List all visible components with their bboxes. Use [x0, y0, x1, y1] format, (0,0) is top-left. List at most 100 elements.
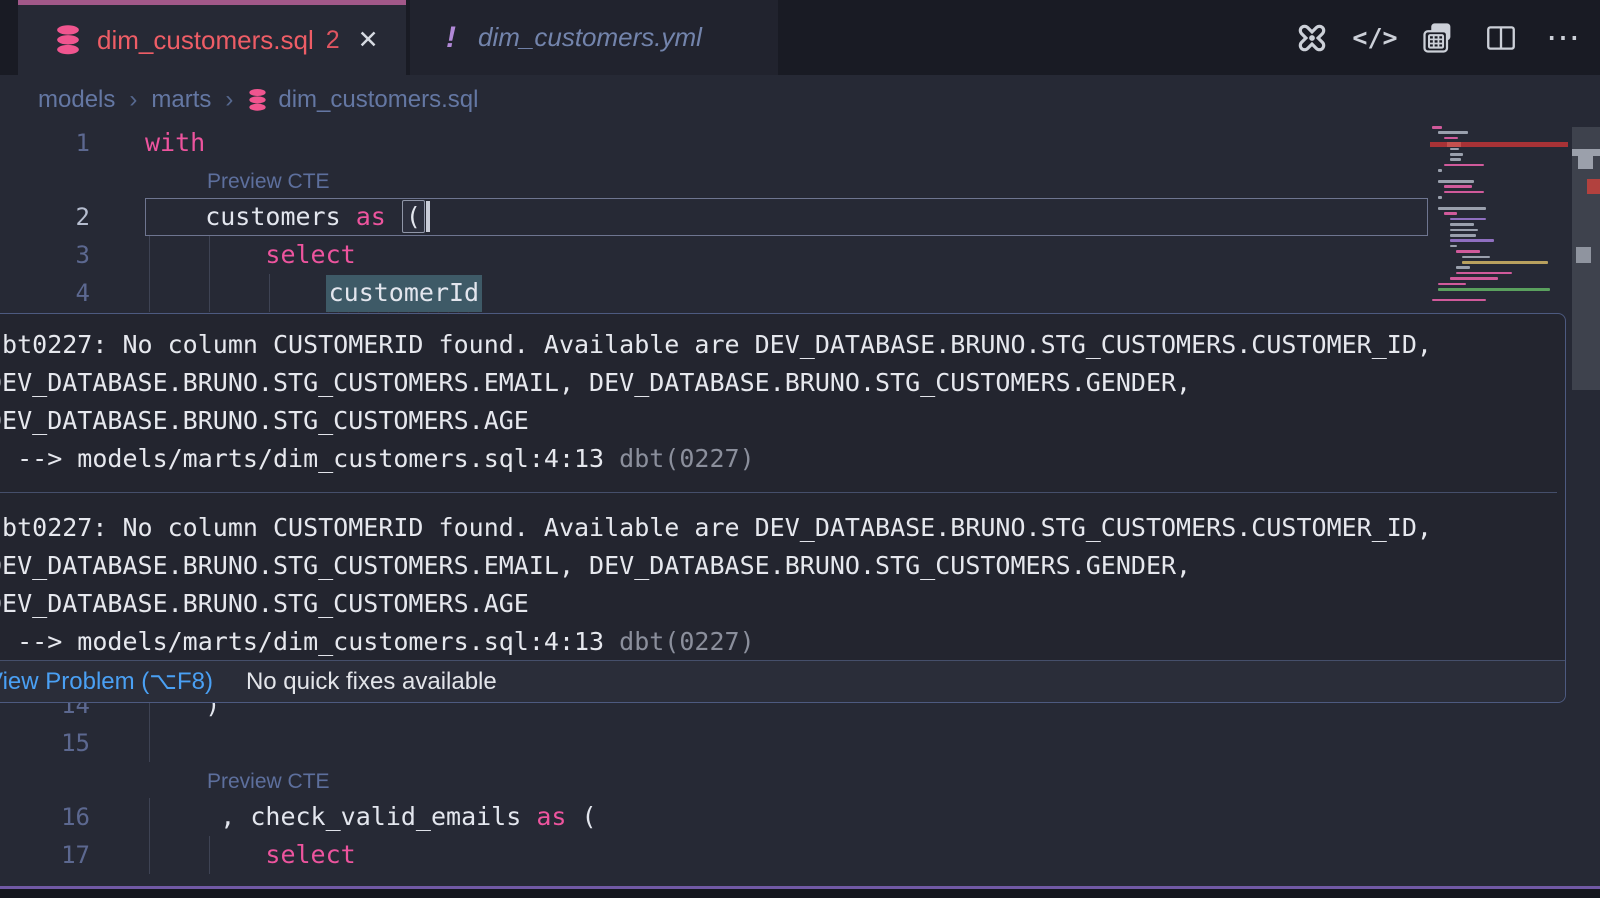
error-message-line: DEV_DATABASE.BRUNO.STG_CUSTOMERS.AGE [0, 585, 1557, 623]
code-token: as [356, 202, 401, 231]
no-quick-fixes-label: No quick fixes available [246, 668, 497, 696]
tab-dirty-count-badge: 2 [326, 26, 340, 55]
error-hover-popup: dbt0227: No column CUSTOMERID found. Ava… [0, 313, 1566, 703]
minimap-line [1450, 218, 1486, 221]
bracket-match-token: ( [402, 200, 425, 233]
minimap-line [1438, 283, 1466, 286]
minimap-line [1438, 131, 1468, 134]
line-number: 1 [0, 124, 90, 162]
error-token: customerId [326, 275, 483, 312]
minimap-line [1438, 180, 1474, 183]
error-code-label: dbt(0227) [619, 444, 754, 473]
indent-guide [149, 836, 150, 874]
minimap-line [1438, 207, 1486, 210]
editor-tab-bar: dim_customers.sql 2 ✕ ! dim_customers.ym… [0, 0, 1600, 75]
line-number: 3 [0, 236, 90, 274]
minimap-line [1462, 256, 1490, 259]
minimap[interactable] [1430, 126, 1570, 316]
split-editor-icon[interactable] [1483, 20, 1519, 56]
minimap-line [1456, 250, 1480, 253]
minimap-line [1444, 137, 1458, 140]
editor-toolbar: </> ⋯ [1294, 0, 1582, 75]
minimap-line [1456, 266, 1470, 269]
minimap-line [1450, 158, 1461, 161]
dbt-logo-icon[interactable] [1294, 20, 1330, 56]
minimap-line [1456, 272, 1512, 275]
minimap-line [1444, 212, 1457, 215]
code-line-2[interactable]: 2 customers as ( [0, 198, 1600, 236]
tab-dim-customers-yml[interactable]: ! dim_customers.yml [410, 0, 778, 75]
minimap-line [1450, 277, 1498, 280]
minimap-line [1450, 245, 1457, 248]
minimap-line [1438, 288, 1550, 291]
indent-guide [209, 836, 210, 874]
minimap-line [1450, 223, 1474, 226]
minimap-line [1450, 229, 1478, 232]
ruler-highlight-marker [1576, 247, 1591, 263]
code-token: with [145, 128, 205, 157]
code-token: select [265, 240, 355, 269]
error-messages: dbt0227: No column CUSTOMERID found. Ava… [0, 314, 1565, 661]
code-line-15[interactable]: 15 [0, 724, 1600, 762]
code-token: , check_valid_emails [220, 802, 536, 831]
compile-code-icon[interactable]: </> [1357, 20, 1393, 56]
bottom-edge [0, 889, 1600, 898]
code-line-17[interactable]: 17 select [0, 836, 1600, 874]
breadcrumb-marts[interactable]: marts [151, 86, 211, 114]
code-lens-row: Preview CTE [0, 762, 1600, 798]
preview-query-results-icon[interactable] [1420, 20, 1456, 56]
breadcrumb-separator: › [129, 86, 137, 114]
indent-guide [149, 236, 150, 274]
code-token: customers [205, 202, 356, 231]
minimap-line [1462, 261, 1548, 264]
error-code-label: dbt(0227) [619, 627, 754, 656]
database-icon [54, 24, 82, 56]
indent-guide [209, 236, 210, 274]
code-token: as [536, 802, 581, 831]
line-number: 2 [0, 198, 90, 236]
database-icon [247, 88, 268, 112]
text-cursor [426, 201, 430, 232]
close-icon[interactable]: ✕ [358, 25, 379, 55]
hover-action-bar: View Problem (⌥F8) No quick fixes availa… [0, 660, 1565, 702]
view-problem-link[interactable]: View Problem (⌥F8) [0, 667, 213, 696]
ruler-error-marker [1587, 179, 1600, 194]
gutter [0, 162, 90, 198]
tab-bar-spacer [0, 0, 18, 75]
line-number: 4 [0, 274, 90, 312]
minimap-error-line [1430, 142, 1568, 147]
code-line-4[interactable]: 4 customerId [0, 274, 1600, 312]
ruler-selection-marker [1572, 149, 1600, 156]
code-line-3[interactable]: 3 select [0, 236, 1600, 274]
code-token: select [265, 840, 355, 869]
minimap-line [1438, 169, 1442, 172]
minimap-line [1444, 191, 1484, 194]
line-number: 15 [0, 724, 90, 762]
error-message-line: DEV_DATABASE.BRUNO.STG_CUSTOMERS.AGE [0, 402, 1557, 440]
ruler-cursor-marker [1578, 156, 1593, 169]
scrollbar[interactable] [1572, 0, 1600, 898]
breadcrumb-models[interactable]: models [38, 86, 115, 114]
code-line-16[interactable]: 16, check_valid_emails as ( [0, 798, 1600, 836]
breadcrumb-file[interactable]: dim_customers.sql [278, 86, 478, 114]
line-number: 17 [0, 836, 90, 874]
preview-cte-lens[interactable]: Preview CTE [207, 770, 330, 793]
tab-dim-customers-sql[interactable]: dim_customers.sql 2 ✕ [18, 0, 406, 75]
error-location-line: --> models/marts/dim_customers.sql:4:13 … [0, 623, 1557, 661]
tab-title: dim_customers.sql [97, 25, 314, 56]
error-message-line: DEV_DATABASE.BRUNO.STG_CUSTOMERS.EMAIL, … [0, 547, 1557, 585]
breadcrumb-separator: › [225, 86, 233, 114]
indent-guide [209, 274, 210, 312]
minimap-line [1450, 148, 1459, 151]
error-message-line: dbt0227: No column CUSTOMERID found. Ava… [0, 326, 1557, 364]
minimap-line [1432, 126, 1442, 129]
minimap-line [1432, 299, 1486, 302]
code-lens-row: Preview CTE [0, 162, 1600, 198]
minimap-line [1450, 153, 1463, 156]
preview-cte-lens[interactable]: Preview CTE [207, 170, 330, 193]
code-line-1[interactable]: 1 with [0, 124, 1600, 162]
indent-guide [149, 724, 150, 762]
minimap-line [1450, 239, 1494, 242]
code-token: ( [581, 802, 596, 831]
error-message-line: dbt0227: No column CUSTOMERID found. Ava… [0, 509, 1557, 547]
